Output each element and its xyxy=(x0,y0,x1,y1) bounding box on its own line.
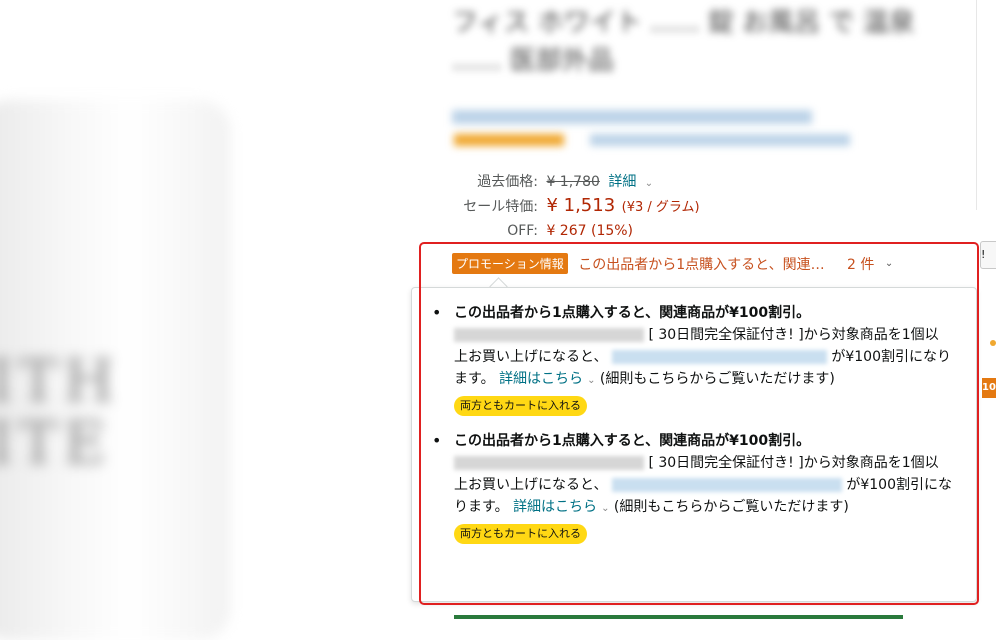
list-price-row: 過去価格: ¥ 1,780 詳細 ⌄ xyxy=(452,172,653,194)
promotion-popover: • この出品者から1点購入すると、関連商品が¥100割引。 [ 30日間完全保証… xyxy=(411,287,977,602)
offer-description: [ 30日間完全保証付き! ]から対象商品を1個以上お買い上げになると、 が¥1… xyxy=(454,324,952,392)
redacted-product-link[interactable] xyxy=(454,456,644,470)
promotion-summary[interactable]: この出品者から1点購入すると、関連… xyxy=(578,257,824,273)
unit-price: (¥3 / グラム) xyxy=(621,200,700,215)
chevron-down-icon[interactable]: ⌄ xyxy=(885,258,893,269)
off-row: OFF: ¥ 267 (15%) xyxy=(452,221,633,241)
list-price-detail-link[interactable]: 詳細 xyxy=(608,174,636,190)
bullet: • xyxy=(432,303,442,322)
redacted-product-link[interactable] xyxy=(454,328,644,342)
bullet: • xyxy=(432,431,442,450)
add-both-to-cart-button[interactable]: 両方ともカートに入れる xyxy=(454,524,587,544)
off-value: ¥ 267 (15%) xyxy=(546,223,634,239)
offer-title: この出品者から1点購入すると、関連商品が¥100割引。 xyxy=(454,305,811,321)
brand-link[interactable] xyxy=(452,110,812,124)
list-price-value: ¥ 1,780 xyxy=(546,174,600,190)
product-title: フィス ホワイト ...... 錠 お風呂 で 温泉 ...... 医部外品 xyxy=(452,8,915,76)
promotion-toggle[interactable]: プロモーション情報 この出品者から1点購入すると、関連… 2 件 ⌄ xyxy=(452,253,893,274)
offer-text-3: (細則もこちらからご覧いただけます) xyxy=(599,371,835,387)
off-label: OFF: xyxy=(507,223,538,239)
sale-price-label: セール特価: xyxy=(463,199,538,215)
partial-button[interactable]: ! xyxy=(980,241,996,269)
offer-title: この出品者から1点購入すると、関連商品が¥100割引。 xyxy=(454,433,811,449)
add-both-to-cart-button[interactable]: 両方ともカートに入れる xyxy=(454,396,587,416)
sale-price-value: ¥ 1,513 xyxy=(546,195,616,216)
chevron-down-icon[interactable]: ⌄ xyxy=(587,375,595,386)
divider xyxy=(976,0,977,210)
offer-detail-link[interactable]: 詳細はこちら xyxy=(499,371,583,387)
partial-marker xyxy=(990,340,996,346)
bottom-green-bar xyxy=(454,615,903,619)
product-brand-watermark: ITH ITE xyxy=(0,347,121,477)
partial-badge: 10 xyxy=(982,378,996,398)
redacted-target-link[interactable] xyxy=(611,350,827,364)
redacted-target-link[interactable] xyxy=(611,478,842,492)
offer-item: • この出品者から1点購入すると、関連商品が¥100割引。 [ 30日間完全保証… xyxy=(432,430,952,544)
review-count-link[interactable] xyxy=(590,134,850,146)
offer-detail-link[interactable]: 詳細はこちら xyxy=(513,499,597,515)
offer-text-3: (細則もこちらからご覧いただけます) xyxy=(613,499,849,515)
offer-item: • この出品者から1点購入すると、関連商品が¥100割引。 [ 30日間完全保証… xyxy=(432,302,952,416)
offer-description: [ 30日間完全保証付き! ]から対象商品を1個以上お買い上げになると、 が¥1… xyxy=(454,452,952,520)
promotion-count[interactable]: 2 件 xyxy=(847,257,874,273)
sale-price-row: セール特価: ¥ 1,513 (¥3 / グラム) xyxy=(452,195,700,218)
promotion-badge: プロモーション情報 xyxy=(452,253,568,274)
list-price-label: 過去価格: xyxy=(477,174,538,190)
product-image[interactable]: ITH ITE xyxy=(0,100,230,640)
chevron-down-icon[interactable]: ⌄ xyxy=(645,178,653,189)
chevron-down-icon[interactable]: ⌄ xyxy=(601,503,609,514)
star-rating[interactable] xyxy=(454,134,564,146)
